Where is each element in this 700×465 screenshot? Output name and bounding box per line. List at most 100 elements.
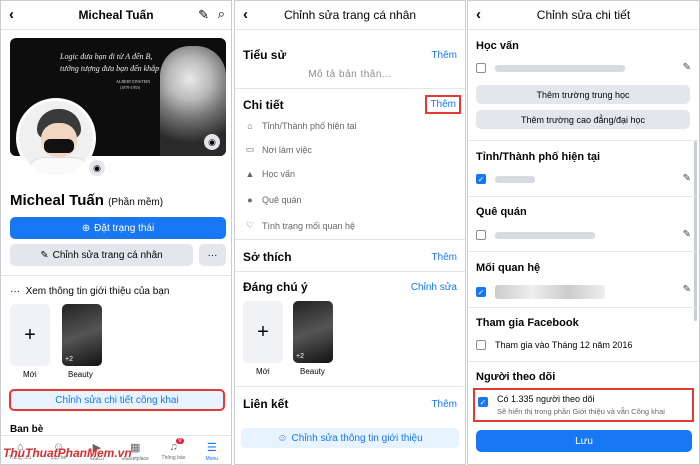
relationship-redacted — [495, 285, 605, 299]
plus-icon: + — [257, 320, 269, 343]
back-icon[interactable]: ‹ — [476, 6, 481, 23]
avatar-camera-icon[interactable]: ◉ — [89, 160, 105, 176]
hometown-row[interactable] — [476, 230, 691, 240]
bio-heading: Tiểu sử — [243, 48, 287, 62]
links-heading: Liên kết — [243, 397, 289, 411]
edit-public-details-label: Chỉnh sửa chi tiết công khai — [55, 394, 179, 406]
profile-name-text: Micheal Tuấn — [10, 192, 104, 209]
city-row[interactable]: ✓ — [476, 174, 691, 184]
relationship-heading: Mối quan hệ — [476, 262, 541, 274]
detail-hometown[interactable]: ● Quê quán — [245, 195, 302, 205]
beauty-story-tile[interactable]: +2 — [62, 304, 102, 366]
featured-count: +2 — [296, 353, 304, 360]
edit-profile-label: Chỉnh sửa trang cá nhân — [52, 249, 163, 261]
edit-pencil-icon[interactable]: ✎ — [198, 7, 209, 23]
detail-city[interactable]: ⌂ Tỉnh/Thành phố hiện tại — [245, 121, 356, 131]
joined-heading: Tham gia Facebook — [476, 317, 579, 329]
detail-education[interactable]: ▲ Học vấn — [245, 169, 296, 179]
relationship-checkbox[interactable]: ✓ — [476, 287, 486, 297]
followers-checkbox[interactable]: ✓ — [478, 397, 488, 407]
details-heading: Chi tiết — [243, 98, 284, 112]
profile-name: Micheal Tuấn (Phần mềm) — [10, 192, 163, 209]
hometown-checkbox[interactable] — [476, 230, 486, 240]
city-checkbox[interactable]: ✓ — [476, 174, 486, 184]
search-icon[interactable]: ⌕ — [218, 6, 225, 22]
edit-pencil-icon[interactable]: ✎ — [683, 62, 691, 73]
edit-pencil-icon[interactable]: ✎ — [683, 229, 691, 240]
edit-profile-title: Chỉnh sửa trang cá nhân — [283, 8, 417, 22]
joined-checkbox[interactable] — [476, 340, 486, 350]
see-intro-link[interactable]: ··· Xem thông tin giới thiệu của bạn — [10, 286, 169, 297]
person-icon: ☺ — [277, 432, 288, 444]
links-add-link[interactable]: Thêm — [431, 399, 457, 410]
joined-text: Tham gia vào Tháng 12 năm 2016 — [495, 340, 633, 350]
followers-count-text: Có 1.335 người theo dõi — [497, 394, 595, 404]
save-label: Lưu — [575, 435, 593, 447]
nav-menu[interactable]: ☰ Menu — [193, 436, 231, 464]
bio-add-link[interactable]: Thêm — [431, 50, 457, 61]
add-college-label: Thêm trường cao đẳng/đại học — [521, 114, 645, 125]
scrollbar[interactable] — [694, 141, 697, 321]
avatar[interactable] — [16, 98, 96, 178]
new-story-tile[interactable]: + — [10, 304, 50, 366]
detail-work[interactable]: ▭ Nơi làm việc — [245, 144, 312, 155]
add-college-button[interactable]: Thêm trường cao đẳng/đại học — [476, 110, 690, 129]
featured-beauty-tile[interactable]: +2 — [293, 301, 333, 363]
education-row[interactable] — [476, 63, 691, 73]
edit-details-header: ‹ Chỉnh sửa chi tiết — [468, 1, 699, 30]
edit-profile-button[interactable]: ✎ Chỉnh sửa trang cá nhân — [10, 244, 193, 266]
featured-heading: Đáng chú ý — [243, 280, 308, 294]
dots-icon: ··· — [10, 286, 20, 297]
nav-notifications[interactable]: ♫ 9 Thông báo — [154, 436, 192, 464]
edit-pencil-icon[interactable]: ✎ — [683, 284, 691, 295]
graduation-cap-icon: ▲ — [245, 169, 255, 179]
detail-education-label: Học vấn — [262, 169, 296, 179]
back-icon[interactable]: ‹ — [9, 6, 14, 23]
back-icon[interactable]: ‹ — [243, 6, 248, 23]
set-status-button[interactable]: ⊕ Đặt trạng thái — [10, 217, 226, 239]
profile-header-title: Micheal Tuấn — [78, 8, 154, 22]
featured-new-tile[interactable]: + — [243, 301, 283, 363]
more-button[interactable]: ··· — [199, 244, 226, 266]
new-story-label: Mới — [23, 370, 37, 379]
featured-new-label: Mới — [256, 367, 270, 376]
details-add-link[interactable]: Thêm — [425, 95, 461, 114]
notification-badge: 9 — [176, 438, 184, 444]
location-pin-icon: ● — [247, 195, 253, 205]
more-icon: ··· — [207, 249, 218, 261]
edit-details-panel: ‹ Chỉnh sửa chi tiết Học vấn ✎ Thêm trườ… — [467, 0, 700, 465]
detail-relationship-label: Tình trạng mối quan hệ — [262, 220, 356, 231]
featured-edit-link[interactable]: Chỉnh sửa — [411, 282, 457, 293]
cover-quote-line1: Logic đưa bạn đi từ A đến B, — [60, 52, 153, 61]
relationship-row[interactable]: ✓ — [476, 285, 691, 299]
education-checkbox[interactable] — [476, 63, 486, 73]
cover-camera-icon[interactable]: ◉ — [204, 134, 220, 150]
edit-details-title: Chỉnh sửa chi tiết — [536, 8, 631, 22]
hobbies-heading: Sở thích — [243, 250, 292, 264]
education-redacted — [495, 64, 625, 72]
save-button[interactable]: Lưu — [476, 430, 692, 452]
bio-placeholder[interactable]: Mô tả bản thân... — [235, 69, 465, 80]
profile-alt-name: (Phần mềm) — [108, 197, 164, 208]
edit-profile-panel: ‹ Chỉnh sửa trang cá nhân Tiểu sử Thêm M… — [234, 0, 466, 465]
edit-public-details-button[interactable]: Chỉnh sửa chi tiết công khai — [9, 389, 225, 411]
education-heading: Học vấn — [476, 40, 519, 52]
edit-pencil-icon[interactable]: ✎ — [683, 173, 691, 184]
cover-quote-years: (1879-1955) — [120, 85, 140, 90]
detail-hometown-label: Quê quán — [262, 195, 302, 205]
edit-intro-label: Chỉnh sửa thông tin giới thiệu — [291, 432, 423, 444]
hometown-heading: Quê quán — [476, 206, 527, 218]
plus-icon: ⊕ — [81, 222, 91, 234]
joined-row[interactable]: Tham gia vào Tháng 12 năm 2016 — [476, 340, 691, 350]
profile-panel: ‹ Micheal Tuấn ✎ ⌕ Logic đưa bạn đi từ A… — [0, 0, 232, 465]
hobbies-add-link[interactable]: Thêm — [431, 252, 457, 263]
story-count: +2 — [65, 356, 73, 363]
menu-icon: ☰ — [206, 441, 217, 454]
edit-intro-button[interactable]: ☺ Chỉnh sửa thông tin giới thiệu — [241, 428, 459, 448]
detail-work-label: Nơi làm việc — [262, 144, 312, 155]
followers-subtext: Sẽ hiển thị trong phần Giới thiệu và vẫn… — [497, 407, 665, 416]
detail-relationship[interactable]: ♡ Tình trạng mối quan hệ — [245, 220, 355, 231]
beauty-story-label: Beauty — [68, 370, 93, 379]
profile-header: ‹ Micheal Tuấn ✎ ⌕ — [1, 1, 231, 30]
add-high-school-button[interactable]: Thêm trường trung học — [476, 85, 690, 104]
